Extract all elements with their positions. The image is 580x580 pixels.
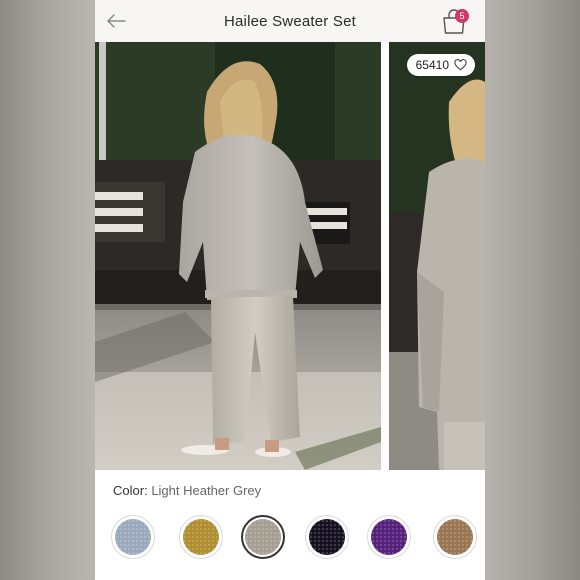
product-photo-main[interactable] bbox=[95, 42, 381, 470]
swatch-black[interactable] bbox=[305, 515, 349, 559]
product-photo-image bbox=[95, 42, 381, 470]
swatch-brown[interactable] bbox=[433, 515, 477, 559]
like-count: 65410 bbox=[415, 58, 449, 72]
swatch-light-blue-fill bbox=[115, 519, 151, 555]
swatch-mustard-fill bbox=[183, 519, 219, 555]
swatch-purple[interactable] bbox=[367, 515, 411, 559]
swatch-light-heather-grey[interactable] bbox=[241, 515, 285, 559]
swatch-mustard[interactable] bbox=[179, 515, 223, 559]
like-button[interactable]: 65410 bbox=[406, 54, 475, 76]
swatch-brown-fill bbox=[437, 519, 473, 555]
arrow-left-icon bbox=[107, 14, 126, 28]
cart-count-badge: 5 bbox=[455, 9, 469, 23]
color-label: Color: bbox=[113, 483, 148, 498]
photo-gallery[interactable]: 65410 bbox=[95, 42, 485, 470]
color-value: Light Heather Grey bbox=[151, 483, 262, 498]
product-photo-next[interactable]: 65410 bbox=[389, 42, 485, 470]
color-selection-label: Color: Light Heather Grey bbox=[113, 483, 261, 498]
swatch-light-heather-grey-fill bbox=[245, 519, 281, 555]
app-screen: Hailee Sweater Set 5 65410 Color: Light … bbox=[95, 0, 485, 580]
swatch-black-fill bbox=[309, 519, 345, 555]
cart-button[interactable]: 5 bbox=[439, 6, 473, 36]
top-bar: Hailee Sweater Set 5 bbox=[95, 0, 485, 42]
heart-icon bbox=[454, 59, 467, 71]
color-swatches bbox=[95, 515, 485, 561]
swatch-purple-fill bbox=[371, 519, 407, 555]
product-photo-next-image bbox=[389, 42, 485, 470]
swatch-light-blue[interactable] bbox=[111, 515, 155, 559]
back-button[interactable] bbox=[103, 9, 129, 33]
page-title: Hailee Sweater Set bbox=[223, 12, 356, 30]
